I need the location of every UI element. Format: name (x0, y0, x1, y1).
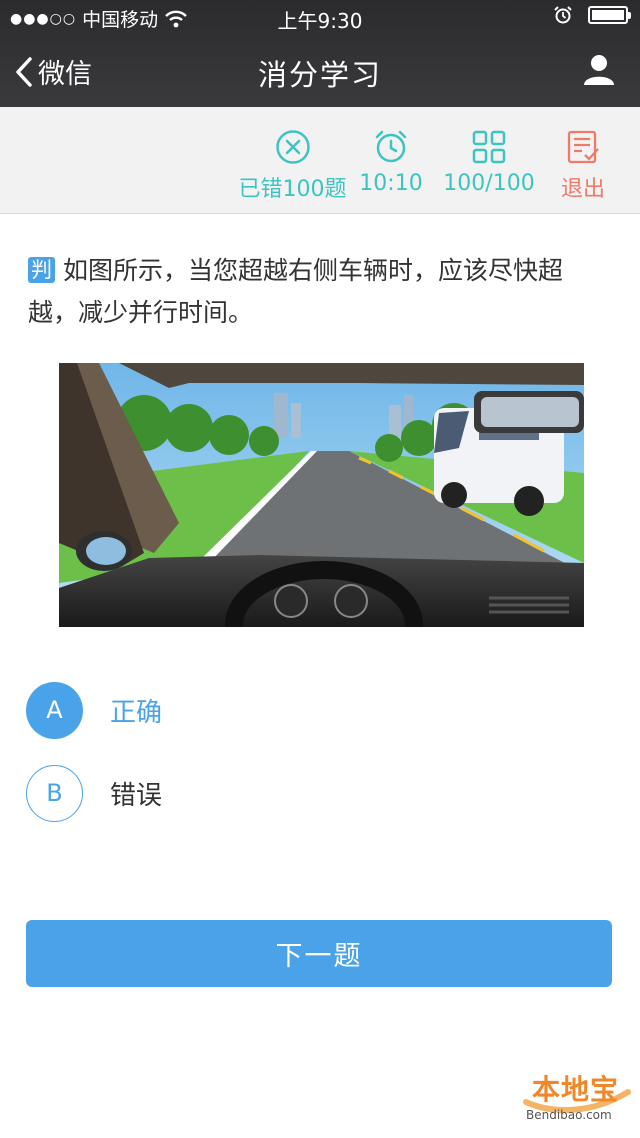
status-time: 上午9:30 (277, 9, 363, 33)
quiz-toolbar: 已错100题 10:10 100/100 退出 (0, 107, 640, 214)
profile-button[interactable] (582, 52, 616, 90)
question-text-block: 判如图所示，当您超越右侧车辆时，应该尽快超越，减少并行时间。 (28, 250, 612, 334)
timer-label: 10:10 (359, 171, 423, 196)
option-b-text: 错误 (110, 780, 163, 811)
page-title: 消分学习 (257, 58, 382, 92)
option-b[interactable]: B 错误 (26, 764, 606, 822)
option-a-letter: A (26, 681, 83, 739)
exit-list-icon (567, 130, 599, 164)
option-b-letter: B (26, 764, 83, 822)
option-a-text: 正确 (110, 697, 163, 728)
exit-button[interactable]: 退出 (556, 129, 610, 203)
alarm-icon (554, 6, 572, 24)
grid-icon (472, 130, 506, 164)
driving-scene-illustration (59, 363, 584, 627)
nav-bar: 微信 消分学习 (0, 34, 640, 107)
battery-icon (588, 6, 631, 24)
top-bar: ●●●○○ 中国移动 上午9:30 微信 消分学习 (0, 0, 640, 107)
progress-grid-button[interactable]: 100/100 (437, 129, 541, 196)
question-text: 如图所示，当您超越右侧车辆时，应该尽快超越，减少并行时间。 (28, 256, 564, 327)
exit-label: 退出 (560, 177, 605, 202)
next-question-button[interactable]: 下一题 (26, 920, 612, 987)
timer: 10:10 (356, 129, 426, 196)
option-a[interactable]: A 正确 (26, 681, 606, 739)
status-bar: ●●●○○ 中国移动 上午9:30 (0, 0, 640, 34)
wrong-count-button[interactable]: 已错100题 (235, 129, 350, 203)
status-right (554, 6, 631, 24)
watermark-url: Bendibao.com (526, 1108, 612, 1122)
question-image (59, 363, 584, 627)
question-type-badge: 判 (28, 257, 55, 283)
watermark-text: 本地宝 (532, 1073, 620, 1106)
alarm-clock-icon (375, 130, 407, 163)
wrong-count-label: 已错100题 (238, 177, 347, 202)
watermark-logo: 本地宝 Bendibao.com (522, 1062, 634, 1132)
close-circle-icon (275, 130, 310, 164)
progress-label: 100/100 (443, 171, 535, 196)
user-icon (584, 55, 614, 85)
